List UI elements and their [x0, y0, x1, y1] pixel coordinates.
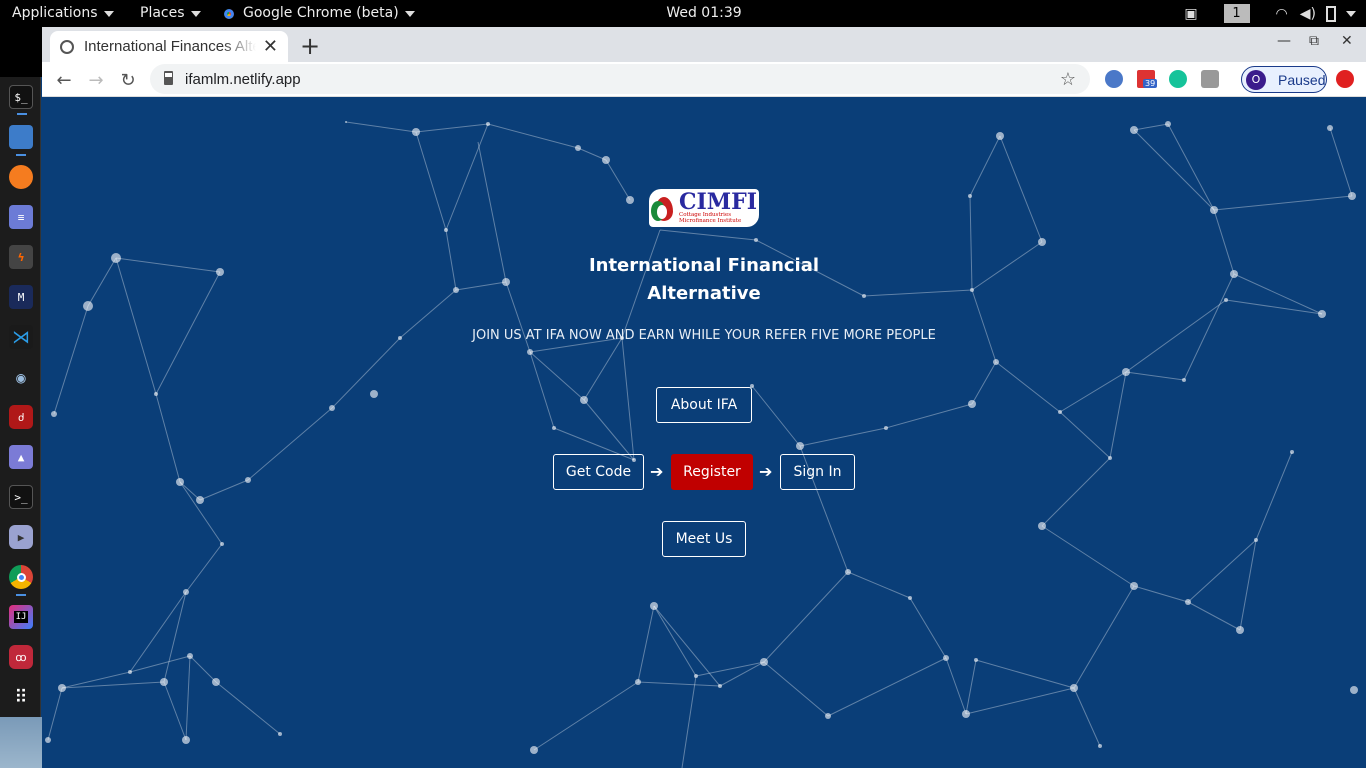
text-editor-icon[interactable]: ≡	[9, 205, 33, 229]
bookmark-star-icon[interactable]: ☆	[1060, 69, 1076, 90]
video-icon[interactable]: ▣	[1184, 6, 1197, 22]
dock: $_ ≡ ϟ M ⋊ ◉ ძ ▲ >_ ▶ IJ ꝏ ⠿	[0, 77, 41, 717]
desktop-background	[0, 717, 42, 768]
tab-title: International Finances Alternative	[84, 38, 256, 55]
desktop-background	[0, 27, 42, 77]
terminal2-icon[interactable]: >_	[9, 485, 33, 509]
eye-icon[interactable]: ◉	[9, 365, 33, 389]
system-tray[interactable]: ▣ 1 ◠ ◀)	[1184, 0, 1366, 27]
chrome-icon[interactable]	[9, 565, 33, 596]
logo-text: CIMFI	[679, 189, 758, 215]
site-title: International Financial Alternative	[42, 252, 1366, 308]
malwarebytes-icon[interactable]: M	[9, 285, 33, 309]
maximize-button[interactable]: ⧉	[1309, 33, 1319, 49]
arrow-right-icon: ➔	[650, 462, 664, 481]
battery-icon[interactable]	[1326, 5, 1336, 22]
clock[interactable]: Wed 01:39	[0, 0, 1366, 27]
back-button[interactable]: ←	[51, 67, 77, 93]
register-button[interactable]: Register	[671, 454, 753, 490]
flame-icon	[649, 191, 679, 225]
update-icon[interactable]	[1336, 70, 1354, 88]
minimize-button[interactable]: —	[1277, 33, 1291, 49]
glasses-icon[interactable]: ꝏ	[9, 645, 33, 669]
reload-button[interactable]: ↻	[115, 67, 141, 93]
tagline: JOIN US AT IFA NOW AND EARN WHILE YOUR R…	[472, 328, 936, 343]
browser-tab-strip: International Finances Alternative ✕ + —…	[42, 27, 1366, 62]
app-grid-icon[interactable]: ⠿	[9, 685, 33, 709]
cimfi-logo: CIMFI Cottage Industries Microfinance In…	[649, 189, 759, 227]
volume-icon[interactable]: ◀)	[1300, 6, 1316, 22]
title-line-2: Alternative	[647, 283, 761, 304]
terminal-icon[interactable]: $_	[9, 85, 33, 115]
media-player-icon[interactable]: ▶	[9, 525, 33, 549]
sign-in-button[interactable]: Sign In	[780, 454, 855, 490]
profile-status: Paused	[1278, 71, 1326, 88]
lock-icon[interactable]	[164, 77, 173, 85]
extension-icon[interactable]	[1105, 70, 1123, 88]
chevron-down-icon[interactable]	[1346, 10, 1356, 17]
browser-toolbar: ← → ↻ ifamlm.netlify.app ☆ 39 O Paused	[42, 62, 1366, 97]
close-window-button[interactable]: ✕	[1341, 33, 1353, 49]
system-top-bar: Applications Places Google Chrome (beta)…	[0, 0, 1366, 27]
firefox-icon[interactable]	[9, 165, 33, 189]
globe-icon	[60, 39, 74, 54]
burp-icon[interactable]: ϟ	[9, 245, 33, 269]
meet-us-button[interactable]: Meet Us	[662, 521, 746, 557]
browser-tab[interactable]: International Finances Alternative ✕	[50, 31, 288, 62]
forward-button[interactable]: →	[83, 67, 109, 93]
image-viewer-icon[interactable]: ▲	[9, 445, 33, 469]
arrow-right-icon: ➔	[759, 462, 773, 481]
get-code-button[interactable]: Get Code	[553, 454, 644, 490]
grammarly-icon[interactable]	[1169, 70, 1187, 88]
avatar: O	[1246, 69, 1266, 90]
download-extension-icon[interactable]: 39	[1137, 70, 1158, 88]
files-icon[interactable]	[9, 125, 33, 156]
cherrytree-icon[interactable]: ძ	[9, 405, 33, 429]
extension-badge: 39	[1143, 79, 1158, 88]
intellij-icon[interactable]: IJ	[9, 605, 33, 629]
title-line-1: International Financial	[588, 255, 820, 276]
about-ifa-button[interactable]: About IFA	[656, 387, 752, 423]
extensions-puzzle-icon[interactable]	[1201, 70, 1219, 88]
wifi-icon[interactable]: ◠	[1276, 6, 1288, 22]
vscode-icon[interactable]: ⋊	[9, 325, 33, 349]
url-text: ifamlm.netlify.app	[185, 70, 301, 88]
new-tab-button[interactable]: +	[300, 32, 320, 60]
workspace-indicator[interactable]: 1	[1223, 4, 1250, 23]
logo-subtext-2: Microfinance Institute	[679, 218, 742, 224]
web-page: CIMFI Cottage Industries Microfinance In…	[42, 98, 1366, 768]
close-tab-icon[interactable]: ✕	[263, 36, 278, 57]
profile-button[interactable]: O Paused	[1241, 66, 1327, 93]
address-bar[interactable]: ifamlm.netlify.app ☆	[150, 64, 1090, 94]
